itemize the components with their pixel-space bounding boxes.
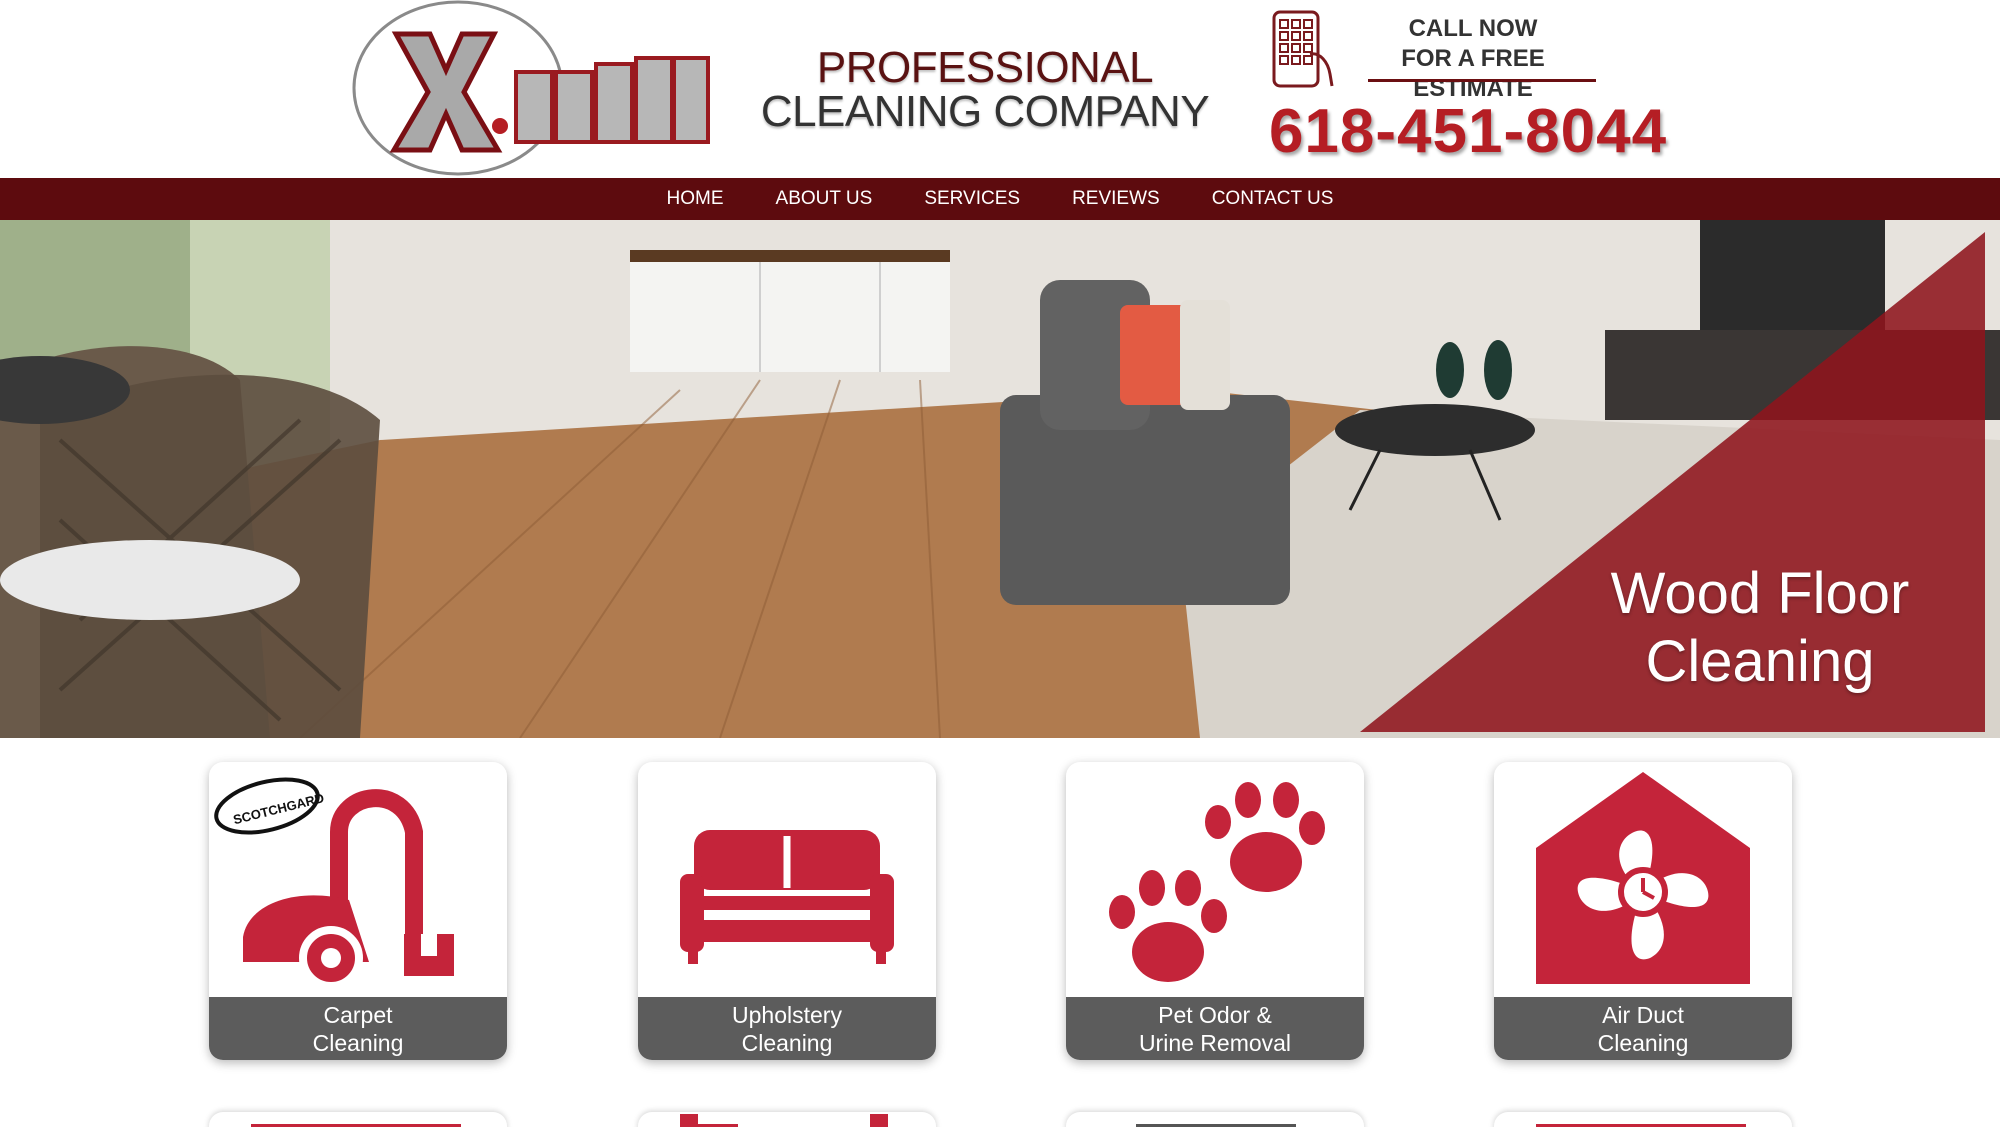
air-duct-fan-icon xyxy=(1494,762,1792,997)
service-card-partial[interactable] xyxy=(1066,1112,1364,1127)
nav-reviews[interactable]: REVIEWS xyxy=(1072,188,1160,210)
hero-caption: Wood Floor Cleaning xyxy=(1560,560,1960,696)
phone-keypad-icon xyxy=(1270,10,1340,88)
service-label-line2: Cleaning xyxy=(1597,1030,1689,1056)
service-label-line2: Cleaning xyxy=(312,1030,404,1056)
logo[interactable] xyxy=(338,0,718,178)
service-label-line2: Cleaning xyxy=(741,1030,833,1056)
main-nav: HOME ABOUT US SERVICES REVIEWS CONTACT U… xyxy=(0,178,2000,220)
service-label-line1: Carpet xyxy=(323,1002,393,1028)
service-card-partial[interactable] xyxy=(638,1112,936,1127)
hero-banner: Wood Floor Cleaning xyxy=(0,220,2000,738)
hero-caption-line1: Wood Floor xyxy=(1610,561,1910,626)
phone-number[interactable]: 618-451-8044 xyxy=(1258,96,1678,167)
tagline-line1: PROFESSIONAL xyxy=(816,43,1154,92)
nav-home[interactable]: HOME xyxy=(667,188,724,210)
partial-icon-top xyxy=(680,1114,698,1127)
service-card-carpet[interactable]: SCOTCHGARD Carpet Cleaning xyxy=(209,762,507,1060)
vacuum-icon: SCOTCHGARD xyxy=(209,762,507,997)
nav-about-us[interactable]: ABOUT US xyxy=(776,188,873,210)
scotchgard-badge: SCOTCHGARD xyxy=(214,777,326,835)
service-label: Carpet Cleaning xyxy=(209,997,507,1060)
nav-services[interactable]: SERVICES xyxy=(924,188,1020,210)
paw-prints-icon xyxy=(1066,762,1364,997)
service-label: Upholstery Cleaning xyxy=(638,997,936,1060)
header: PROFESSIONAL CLEANING COMPANY CALL NOW F… xyxy=(0,0,2000,178)
hero-caption-line2: Cleaning xyxy=(1645,629,1875,694)
service-card-pet-odor[interactable]: Pet Odor & Urine Removal xyxy=(1066,762,1364,1060)
call-now-text: CALL NOW FOR A FREE ESTIMATE xyxy=(1348,14,1598,104)
service-label-line2: Urine Removal xyxy=(1138,1030,1292,1056)
partial-icon-top xyxy=(870,1114,888,1127)
service-card-upholstery[interactable]: Upholstery Cleaning xyxy=(638,762,936,1060)
service-card-air-duct[interactable]: Air Duct Cleaning xyxy=(1494,762,1792,1060)
service-label-line1: Pet Odor & xyxy=(1158,1002,1272,1028)
page: PROFESSIONAL CLEANING COMPANY CALL NOW F… xyxy=(0,0,2000,1127)
service-card-partial[interactable] xyxy=(209,1112,507,1127)
call-now-line1: CALL NOW xyxy=(1408,15,1538,42)
tagline: PROFESSIONAL CLEANING COMPANY xyxy=(760,46,1210,134)
call-now-line2: FOR A FREE ESTIMATE xyxy=(1401,45,1545,102)
service-label-line1: Upholstery xyxy=(732,1002,842,1028)
nav-contact-us[interactable]: CONTACT US xyxy=(1212,188,1334,210)
service-card-partial[interactable] xyxy=(1494,1112,1792,1127)
service-label-line1: Air Duct xyxy=(1602,1002,1684,1028)
tagline-line2: CLEANING COMPANY xyxy=(760,87,1210,136)
service-label: Air Duct Cleaning xyxy=(1494,997,1792,1060)
call-underline xyxy=(1368,79,1596,82)
service-label: Pet Odor & Urine Removal xyxy=(1066,997,1364,1060)
sofa-icon xyxy=(638,762,936,997)
